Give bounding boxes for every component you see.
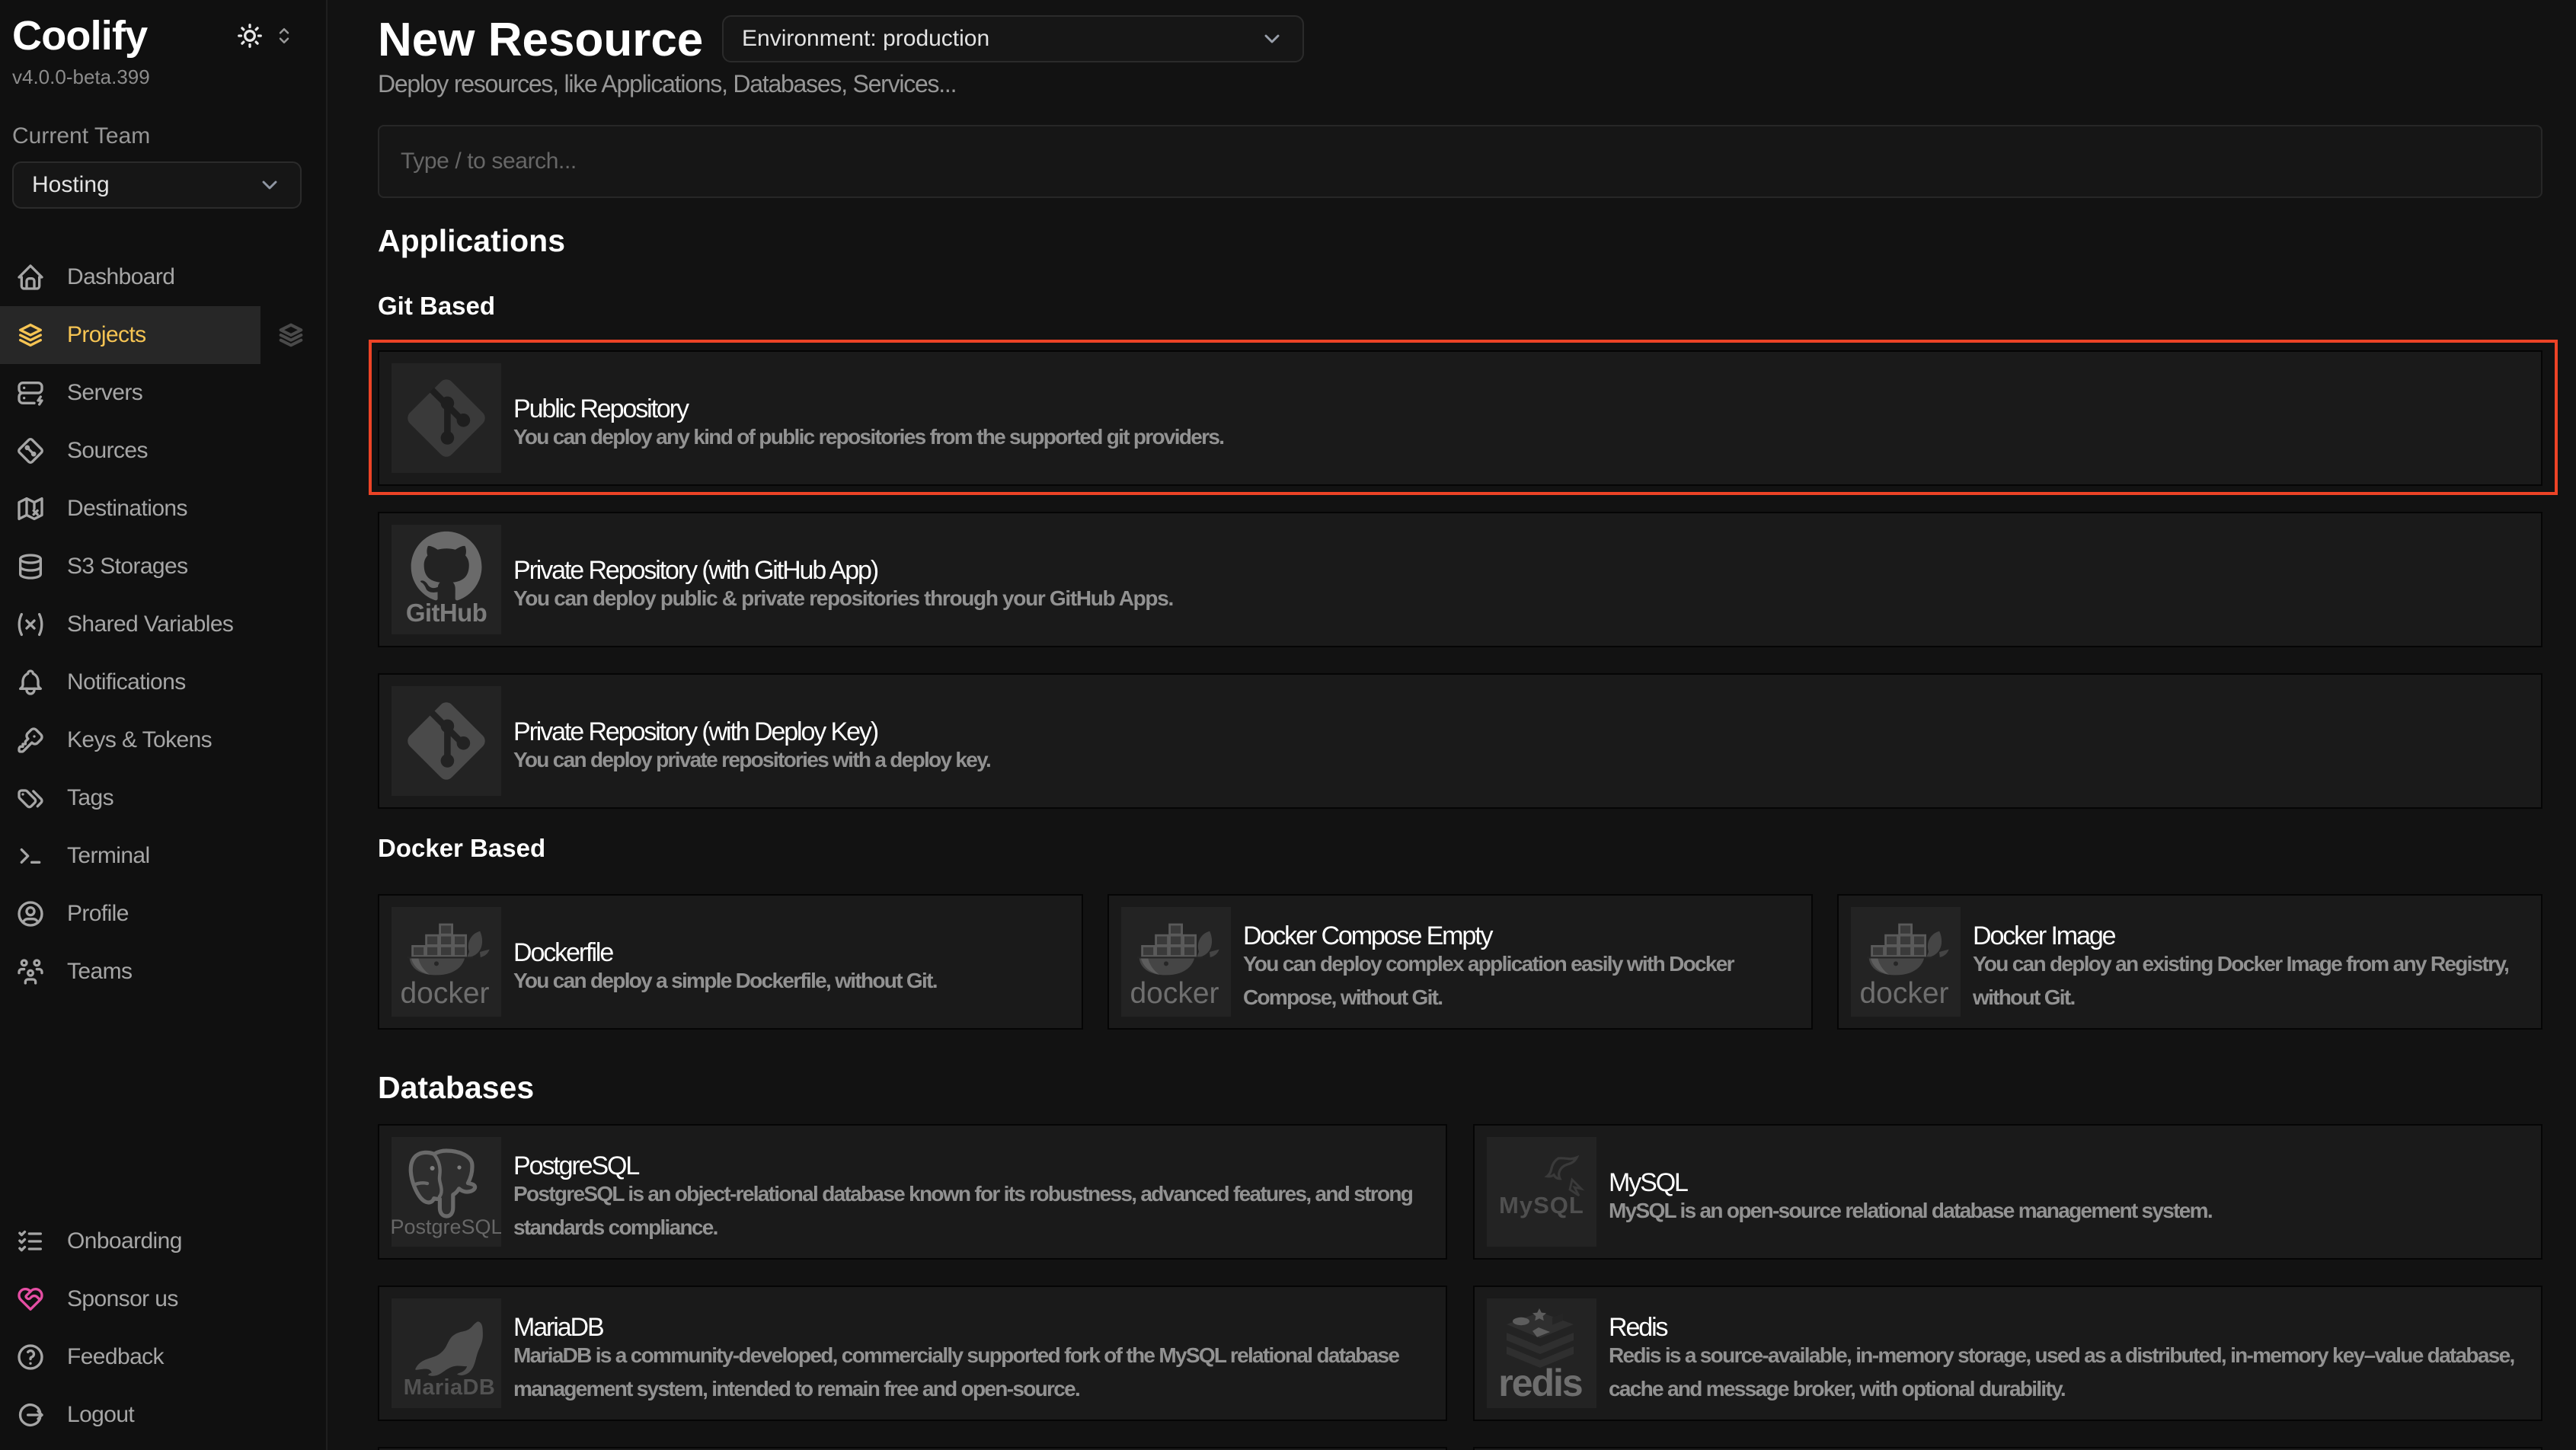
svg-text:redis: redis xyxy=(1498,1362,1582,1404)
svg-text:docker: docker xyxy=(1130,977,1219,1010)
svg-text:PostgreSQL: PostgreSQL xyxy=(392,1215,501,1238)
svg-text:docker: docker xyxy=(400,977,489,1010)
svg-text:MariaDB: MariaDB xyxy=(404,1375,495,1400)
svg-text:docker: docker xyxy=(1859,977,1948,1010)
svg-text:MySQL: MySQL xyxy=(1499,1192,1584,1218)
svg-text:GitHub: GitHub xyxy=(406,599,487,627)
